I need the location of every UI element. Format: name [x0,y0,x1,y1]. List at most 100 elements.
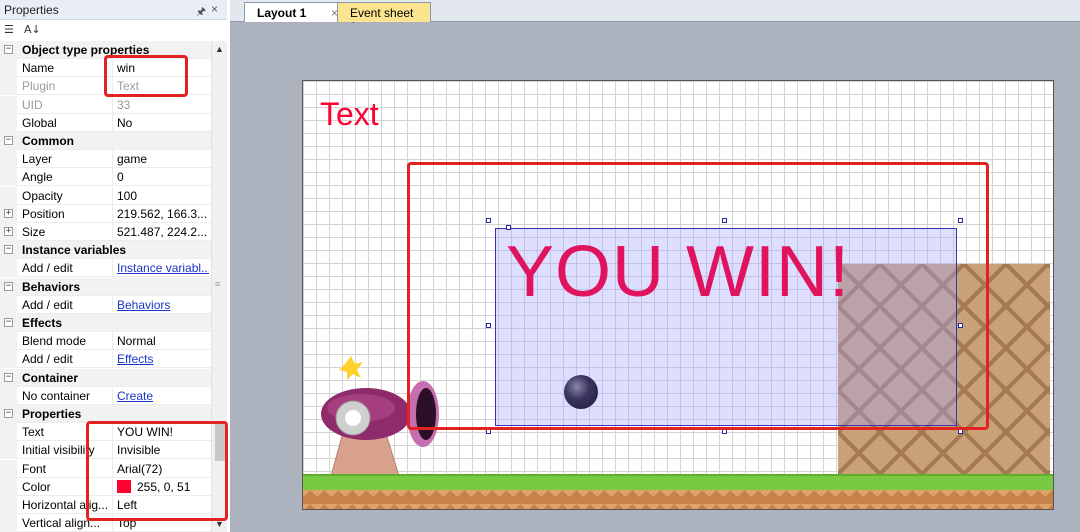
row-gutter [0,187,17,205]
property-value[interactable]: 33 [117,98,209,112]
properties-toolbar: ☰ A↓ [0,20,227,41]
row-gutter [0,114,17,132]
value-text: game [117,152,148,166]
collapse-icon[interactable]: − [4,136,13,145]
value-text: 219.562, 166.3... [117,207,208,221]
column-divider [112,187,113,205]
property-row-add-edit[interactable]: Add / edit Behaviors [0,296,211,314]
annotation-properties-box [86,421,228,521]
property-row-no-container[interactable]: No container Create [0,387,211,405]
value-text: 0 [117,170,124,184]
close-icon[interactable]: × [211,2,218,16]
property-row-blend-mode[interactable]: Blend mode Normal [0,332,211,350]
property-value[interactable]: 0 [117,170,209,184]
column-divider [112,205,113,223]
property-name: Add / edit [22,298,73,312]
ground-dirt [303,490,1053,509]
property-value[interactable]: 100 [117,189,209,203]
property-row-size[interactable]: + Size 521.487, 224.2... [0,223,211,241]
property-row-add-edit[interactable]: Add / edit Instance variabl... [0,259,211,277]
row-gutter [0,332,17,350]
alphabetical-sort-icon[interactable]: A↓ [24,23,41,36]
tab-layout-1-label: Layout 1 [257,6,307,20]
category-instance-variables[interactable]: − Instance variables [0,241,211,259]
collapse-icon[interactable]: − [4,245,13,254]
row-gutter [0,296,17,314]
property-name: Plugin [22,79,56,93]
property-row-position[interactable]: + Position 219.562, 166.3... [0,205,211,223]
category-common[interactable]: − Common [0,132,211,150]
property-value[interactable]: Normal [117,334,209,348]
property-value[interactable]: 521.487, 224.2... [117,225,209,239]
row-gutter [0,514,17,532]
property-name: Add / edit [22,352,73,366]
text-object-label[interactable]: Text [320,96,379,133]
property-row-add-edit[interactable]: Add / edit Effects [0,350,211,368]
row-gutter [0,59,17,77]
expand-icon[interactable]: + [4,209,13,218]
collapse-icon[interactable]: − [4,282,13,291]
collapse-icon[interactable]: − [4,373,13,382]
value-text: No [117,116,133,130]
property-name: Angle [22,170,53,184]
row-gutter [0,496,17,514]
property-row-layer[interactable]: Layer game [0,150,211,168]
category-container[interactable]: − Container [0,369,211,387]
property-row-uid[interactable]: UID 33 [0,96,211,114]
column-divider [112,96,113,114]
column-divider [112,259,113,277]
property-name: Add / edit [22,261,73,275]
property-name: Behaviors [22,280,81,294]
properties-title-bar: Properties 🖈︎ × [0,0,227,20]
categorized-view-icon[interactable]: ☰ [4,23,14,36]
property-name: Opacity [22,189,63,203]
property-link[interactable]: Behaviors [117,298,209,312]
collapse-icon[interactable]: − [4,45,13,54]
property-name: Instance variables [22,243,127,257]
property-value[interactable]: game [117,152,209,166]
property-name: Layer [22,152,53,166]
row-gutter [0,77,17,95]
collapse-icon[interactable]: − [4,409,13,418]
property-row-angle[interactable]: Angle 0 [0,168,211,186]
link-text[interactable]: Effects [117,352,153,366]
property-name: No container [22,389,91,403]
link-text[interactable]: Create [117,389,153,403]
property-link[interactable]: Create [117,389,209,403]
property-value[interactable]: 219.562, 166.3... [117,207,209,221]
row-gutter [0,423,17,441]
category-behaviors[interactable]: − Behaviors [0,278,211,296]
editor-tab-strip: Layout 1 × Event sheet 1 [230,0,1080,34]
column-divider [112,387,113,405]
property-name: Container [22,371,79,385]
tab-layout-1[interactable]: Layout 1 × [244,2,348,22]
property-name: Size [22,225,46,239]
expand-icon[interactable]: + [4,227,13,236]
row-gutter [0,350,17,368]
property-link[interactable]: Instance variabl... [117,261,209,275]
column-divider [112,332,113,350]
property-name: UID [22,98,43,112]
property-name: Properties [22,407,82,421]
collapse-icon[interactable]: − [4,318,13,327]
row-gutter [0,150,17,168]
link-text[interactable]: Instance variabl... [117,261,209,275]
value-text: 521.487, 224.2... [117,225,208,239]
property-row-global[interactable]: Global No [0,114,211,132]
category-effects[interactable]: − Effects [0,314,211,332]
column-divider [112,168,113,186]
property-value[interactable]: No [117,116,209,130]
value-text: Normal [117,334,156,348]
tab-event-sheet-1[interactable]: Event sheet 1 [337,2,431,34]
annotation-name-box [104,55,188,97]
property-name: Global [22,116,57,130]
link-text[interactable]: Behaviors [117,298,170,312]
row-gutter [0,478,17,496]
ground-grass [303,474,1053,490]
row-gutter [0,259,17,277]
column-divider [112,223,113,241]
scroll-up-icon[interactable]: ▲ [215,44,224,54]
property-row-opacity[interactable]: Opacity 100 [0,187,211,205]
row-gutter [0,441,17,459]
property-link[interactable]: Effects [117,352,209,366]
